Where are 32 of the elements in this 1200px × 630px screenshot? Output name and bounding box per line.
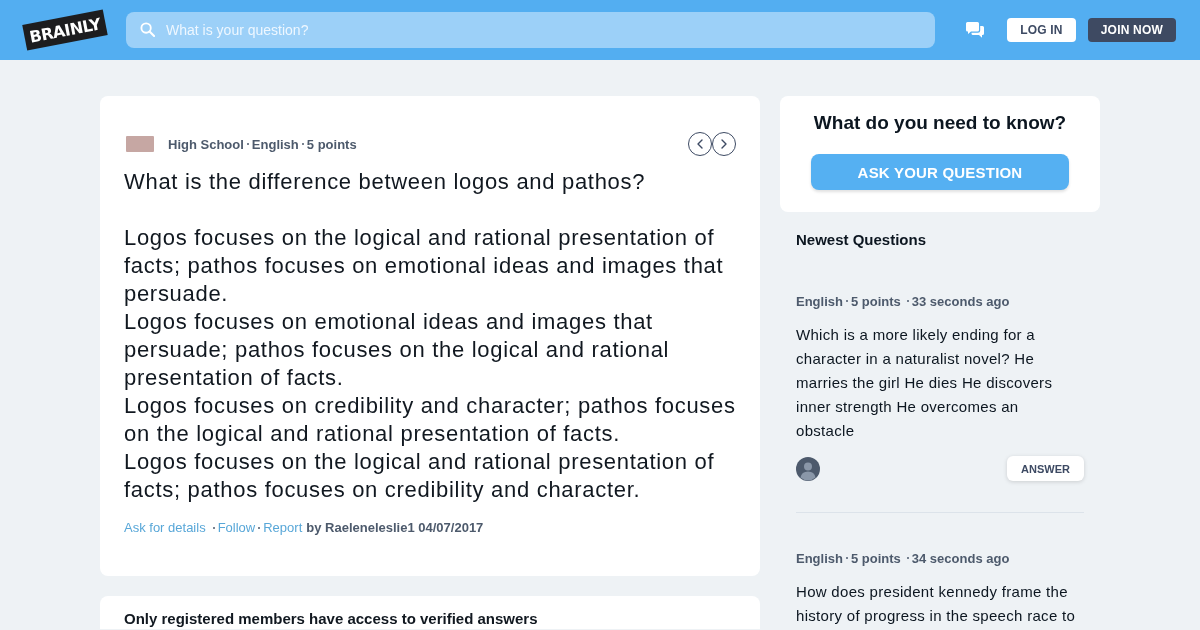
answer-option-text: Logos focuses on credibility and character; pathos focuses on the logical and rational presentation of facts. xyxy=(124,392,736,448)
time-label: 33 seconds ago xyxy=(911,293,1010,309)
log-in-button[interactable]: LOG IN xyxy=(1007,18,1076,42)
points-label: 5 points xyxy=(850,293,901,309)
subject-label: English xyxy=(796,550,843,566)
answer-option-text: Logos focuses on the logical and rational presentation of facts; pathos focuses on emotional ideas and images that persuade. xyxy=(124,224,725,308)
avatar-icon xyxy=(796,456,820,481)
chevron-left-icon xyxy=(697,139,703,149)
points-label: 5 points xyxy=(850,550,901,566)
subject-label: English xyxy=(251,136,299,152)
search-icon xyxy=(140,22,156,37)
chevron-right-icon xyxy=(721,139,727,149)
question-link[interactable]: Which is a more likely ending for a character in a naturalist novel? He marries the girl He dies He discovers inner strength He overcomes an obstacle xyxy=(796,323,1078,443)
newest-questions-heading: Newest Questions xyxy=(796,231,928,249)
ask-title: What do you need to know? xyxy=(812,112,1068,134)
subject-label: English xyxy=(796,293,843,309)
time-label: 34 seconds ago xyxy=(911,550,1010,566)
previous-button[interactable] xyxy=(688,132,712,156)
next-button[interactable] xyxy=(712,132,736,156)
answer-button[interactable]: ANSWER xyxy=(1007,456,1084,481)
author-byline: by Raeleneleslie1 04/07/2017 xyxy=(306,519,484,537)
question-link[interactable]: How does president kennedy frame the history of progress in the speech race to xyxy=(796,580,1078,628)
brainly-logo[interactable]: BRAINLY xyxy=(22,9,108,52)
question-title: What is the difference between logos and pathos? xyxy=(124,168,647,196)
join-now-button[interactable]: JOIN NOW xyxy=(1087,18,1176,42)
photo-placeholder xyxy=(126,136,154,152)
school-level: High School xyxy=(168,136,244,152)
verified-answers-notice: Only registered members have access to verified answers xyxy=(124,610,539,628)
answer-option-text: Logos focuses on the logical and rational presentation of facts; pathos focuses on credibility and character. xyxy=(124,448,716,504)
points-label: 5 points xyxy=(306,136,357,152)
answer-option-text: Logos focuses on emotional ideas and images that persuade; pathos focuses on the logical and rational presentation of facts. xyxy=(124,308,671,392)
search-field[interactable]: What is your question? xyxy=(126,12,936,48)
